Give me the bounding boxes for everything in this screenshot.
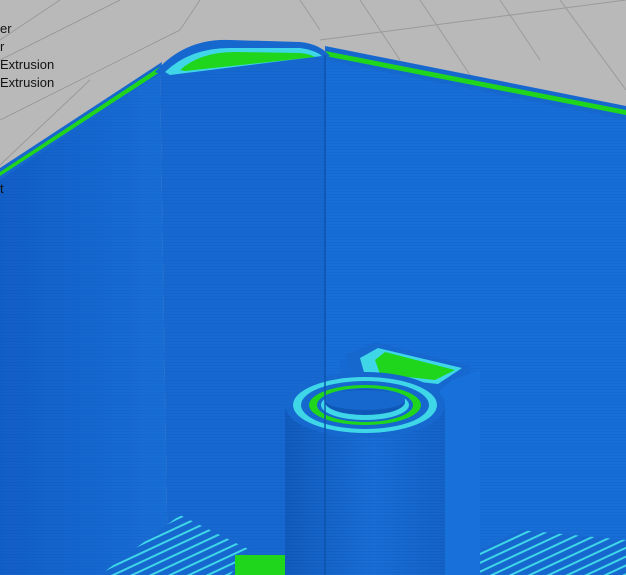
- legend-line-1: er: [0, 21, 12, 36]
- legend-line-4: Extrusion: [0, 75, 55, 90]
- legend-line-3: Extrusion: [0, 57, 55, 72]
- left-wall: [0, 70, 168, 575]
- legend-truncated-fragment: t: [0, 181, 4, 196]
- legend-line-2: r: [0, 39, 5, 54]
- print-preview-scene[interactable]: [0, 0, 626, 575]
- gcode-preview-viewport[interactable]: er r Extrusion Extrusion t: [0, 0, 626, 575]
